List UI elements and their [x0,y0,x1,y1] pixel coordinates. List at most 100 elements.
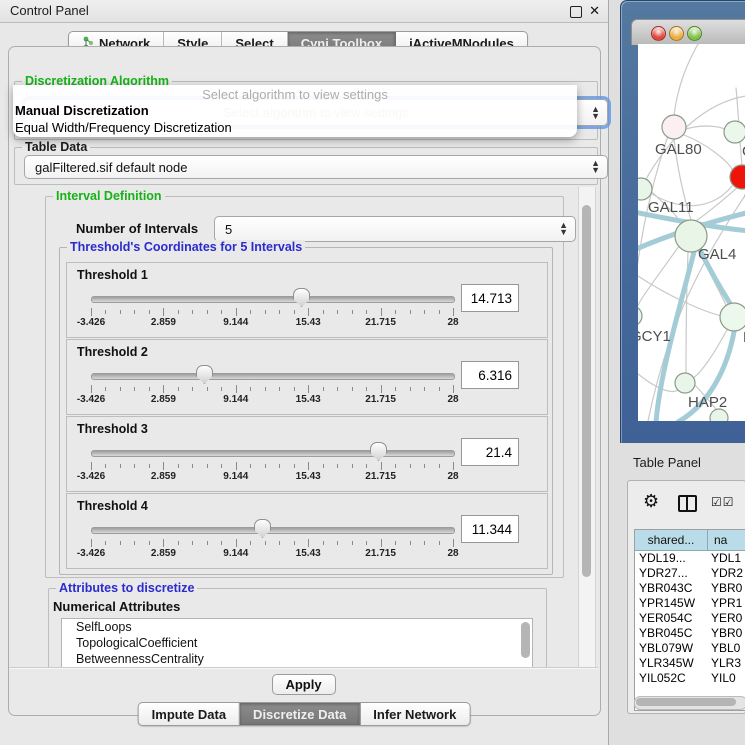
scrollbar-thumb[interactable] [636,698,736,706]
cell-shared-name: YDL19... [635,551,707,566]
network-node-label: GAL80 [655,141,702,158]
table-row[interactable]: YPR145WYPR1 [635,596,745,611]
algorithm-option-manual[interactable]: Manual Discretization [13,102,577,119]
table-row[interactable]: YLR345WYLR3 [635,656,745,671]
close-traffic-light[interactable] [651,26,666,41]
threshold-slider-thumb[interactable] [293,288,310,307]
table-horizontal-scrollbar[interactable] [634,696,745,710]
tick-label: 15.43 [296,548,321,559]
network-node[interactable] [720,303,745,331]
settings-vertical-scrollbar[interactable] [578,187,596,667]
apply-button[interactable]: Apply [272,674,336,695]
threshold-label: Threshold 4 [77,499,148,513]
tab-label: Infer Network [373,707,456,722]
network-node[interactable] [710,409,728,421]
network-node[interactable] [675,373,695,393]
slider-ticks [91,308,453,316]
slider-tick-labels: -3.4262.8599.14415.4321.71528 [91,471,453,483]
thresholds-group: Threshold's Coordinates for 5 Intervals … [59,247,553,575]
tick-label: -3.426 [77,317,105,328]
cell-shared-name: YER054C [635,611,707,626]
cyni-mode-tabbar: Impute Data Discretize Data Infer Network [138,702,471,726]
table-row[interactable]: YER054CYER0 [635,611,745,626]
tab-discretize-data[interactable]: Discretize Data [240,703,360,725]
cell-name: YBR0 [707,581,745,596]
window-title: Control Panel [10,3,89,18]
tab-impute-data[interactable]: Impute Data [139,703,240,725]
threshold-item: Threshold 1-3.4262.8599.14415.4321.71528… [66,262,548,338]
zoom-traffic-light[interactable] [687,26,702,41]
node-table[interactable]: shared... na YDL19...YDL1YDR27...YDR2YBR… [634,529,745,711]
number-of-intervals-label: Number of Intervals [76,221,198,236]
threshold-slider-thumb[interactable] [196,365,213,384]
attribute-list-item[interactable]: TopologicalCoefficient [62,635,532,651]
threshold-value-field[interactable]: 11.344 [461,515,519,543]
threshold-value-field[interactable]: 14.713 [461,284,519,312]
column-header-name[interactable]: na [708,530,745,550]
network-window-titlebar [631,19,745,45]
close-icon[interactable]: ✕ [589,3,600,19]
algorithm-dropdown-popup: Select algorithm to view settings Manual… [13,85,577,137]
network-node[interactable] [724,121,745,143]
numerical-attributes-list[interactable]: SelfLoopsTopologicalCoefficientBetweenne… [61,618,533,667]
network-canvas[interactable]: GAL80GALCGAL11GAL4GCY1HHAP2 [638,44,745,421]
attributes-scrollbar[interactable] [521,622,530,658]
cell-name: YBR0 [707,626,745,641]
tick-label: 21.715 [365,471,396,482]
tick-label: -3.426 [77,471,105,482]
algorithm-option-equal-width[interactable]: Equal Width/Frequency Discretization [13,119,577,136]
threshold-slider-track[interactable] [91,373,455,380]
threshold-slider-track[interactable] [91,296,455,303]
threshold-label: Threshold 1 [77,268,148,282]
tick-label: 2.859 [151,548,176,559]
tick-label: 9.144 [223,394,248,405]
table-data-group: Table Data galFiltered.sif default node … [14,147,598,185]
slider-ticks [91,385,453,393]
network-graph: GAL80GALCGAL11GAL4GCY1HHAP2 [638,44,745,421]
network-node[interactable] [662,115,686,139]
table-data-combobox[interactable]: galFiltered.sif default node ▲▼ [24,155,608,179]
table-data-value: galFiltered.sif default node [35,160,187,175]
tick-label: 15.43 [296,471,321,482]
scrollbar-thumb[interactable] [582,205,591,577]
table-row[interactable]: YBR045CYBR0 [635,626,745,641]
settings-scroll-area: Interval Definition Number of Intervals … [12,187,578,667]
tick-label: 2.859 [151,317,176,328]
split-column-icon[interactable] [678,495,697,512]
table-row[interactable]: YBR043CYBR0 [635,581,745,596]
number-of-intervals-combobox[interactable]: 5 ▲▼ [214,216,576,242]
threshold-slider-thumb[interactable] [370,442,387,461]
threshold-value-field[interactable]: 6.316 [461,361,519,389]
tab-infer-network[interactable]: Infer Network [360,703,469,725]
table-row[interactable]: YDL19...YDL1 [635,551,745,566]
thresholds-group-title: Threshold's Coordinates for 5 Intervals [67,240,305,254]
tab-label: Impute Data [152,707,226,722]
attribute-list-item[interactable]: SelfLoops [62,619,532,635]
threshold-item: Threshold 4-3.4262.8599.14415.4321.71528… [66,493,548,569]
table-row[interactable]: YDR27...YDR2 [635,566,745,581]
table-row[interactable]: YBL079WYBL0 [635,641,745,656]
checkbox-icons[interactable]: ☑☑ [711,495,735,509]
table-panel-region: Table Panel ⚙ ☑☑ shared... na YDL19...YD… [620,443,745,745]
threshold-slider-track[interactable] [91,450,455,457]
tick-label: 9.144 [223,471,248,482]
tick-label: 28 [447,548,458,559]
numerical-attributes-label: Numerical Attributes [53,599,180,614]
threshold-value-field[interactable]: 21.4 [461,438,519,466]
cell-name: YLR3 [707,656,745,671]
column-header-shared[interactable]: shared... [635,530,708,550]
tick-label: 28 [447,394,458,405]
algorithm-popup-placeholder: Select algorithm to view settings [13,87,577,102]
gear-icon[interactable]: ⚙ [643,491,659,512]
minimize-traffic-light[interactable] [669,26,684,41]
threshold-slider-track[interactable] [91,527,455,534]
float-icon[interactable] [570,6,582,18]
network-node[interactable] [638,306,642,326]
table-row[interactable]: YIL052CYIL0 [635,671,745,686]
threshold-slider-thumb[interactable] [254,519,271,538]
cell-name: YDL1 [707,551,745,566]
slider-tick-labels: -3.4262.8599.14415.4321.71528 [91,394,453,406]
attribute-list-item[interactable]: BetweennessCentrality [62,651,532,667]
attributes-group: Attributes to discretize Numerical Attri… [48,588,547,667]
tick-label: 9.144 [223,548,248,559]
